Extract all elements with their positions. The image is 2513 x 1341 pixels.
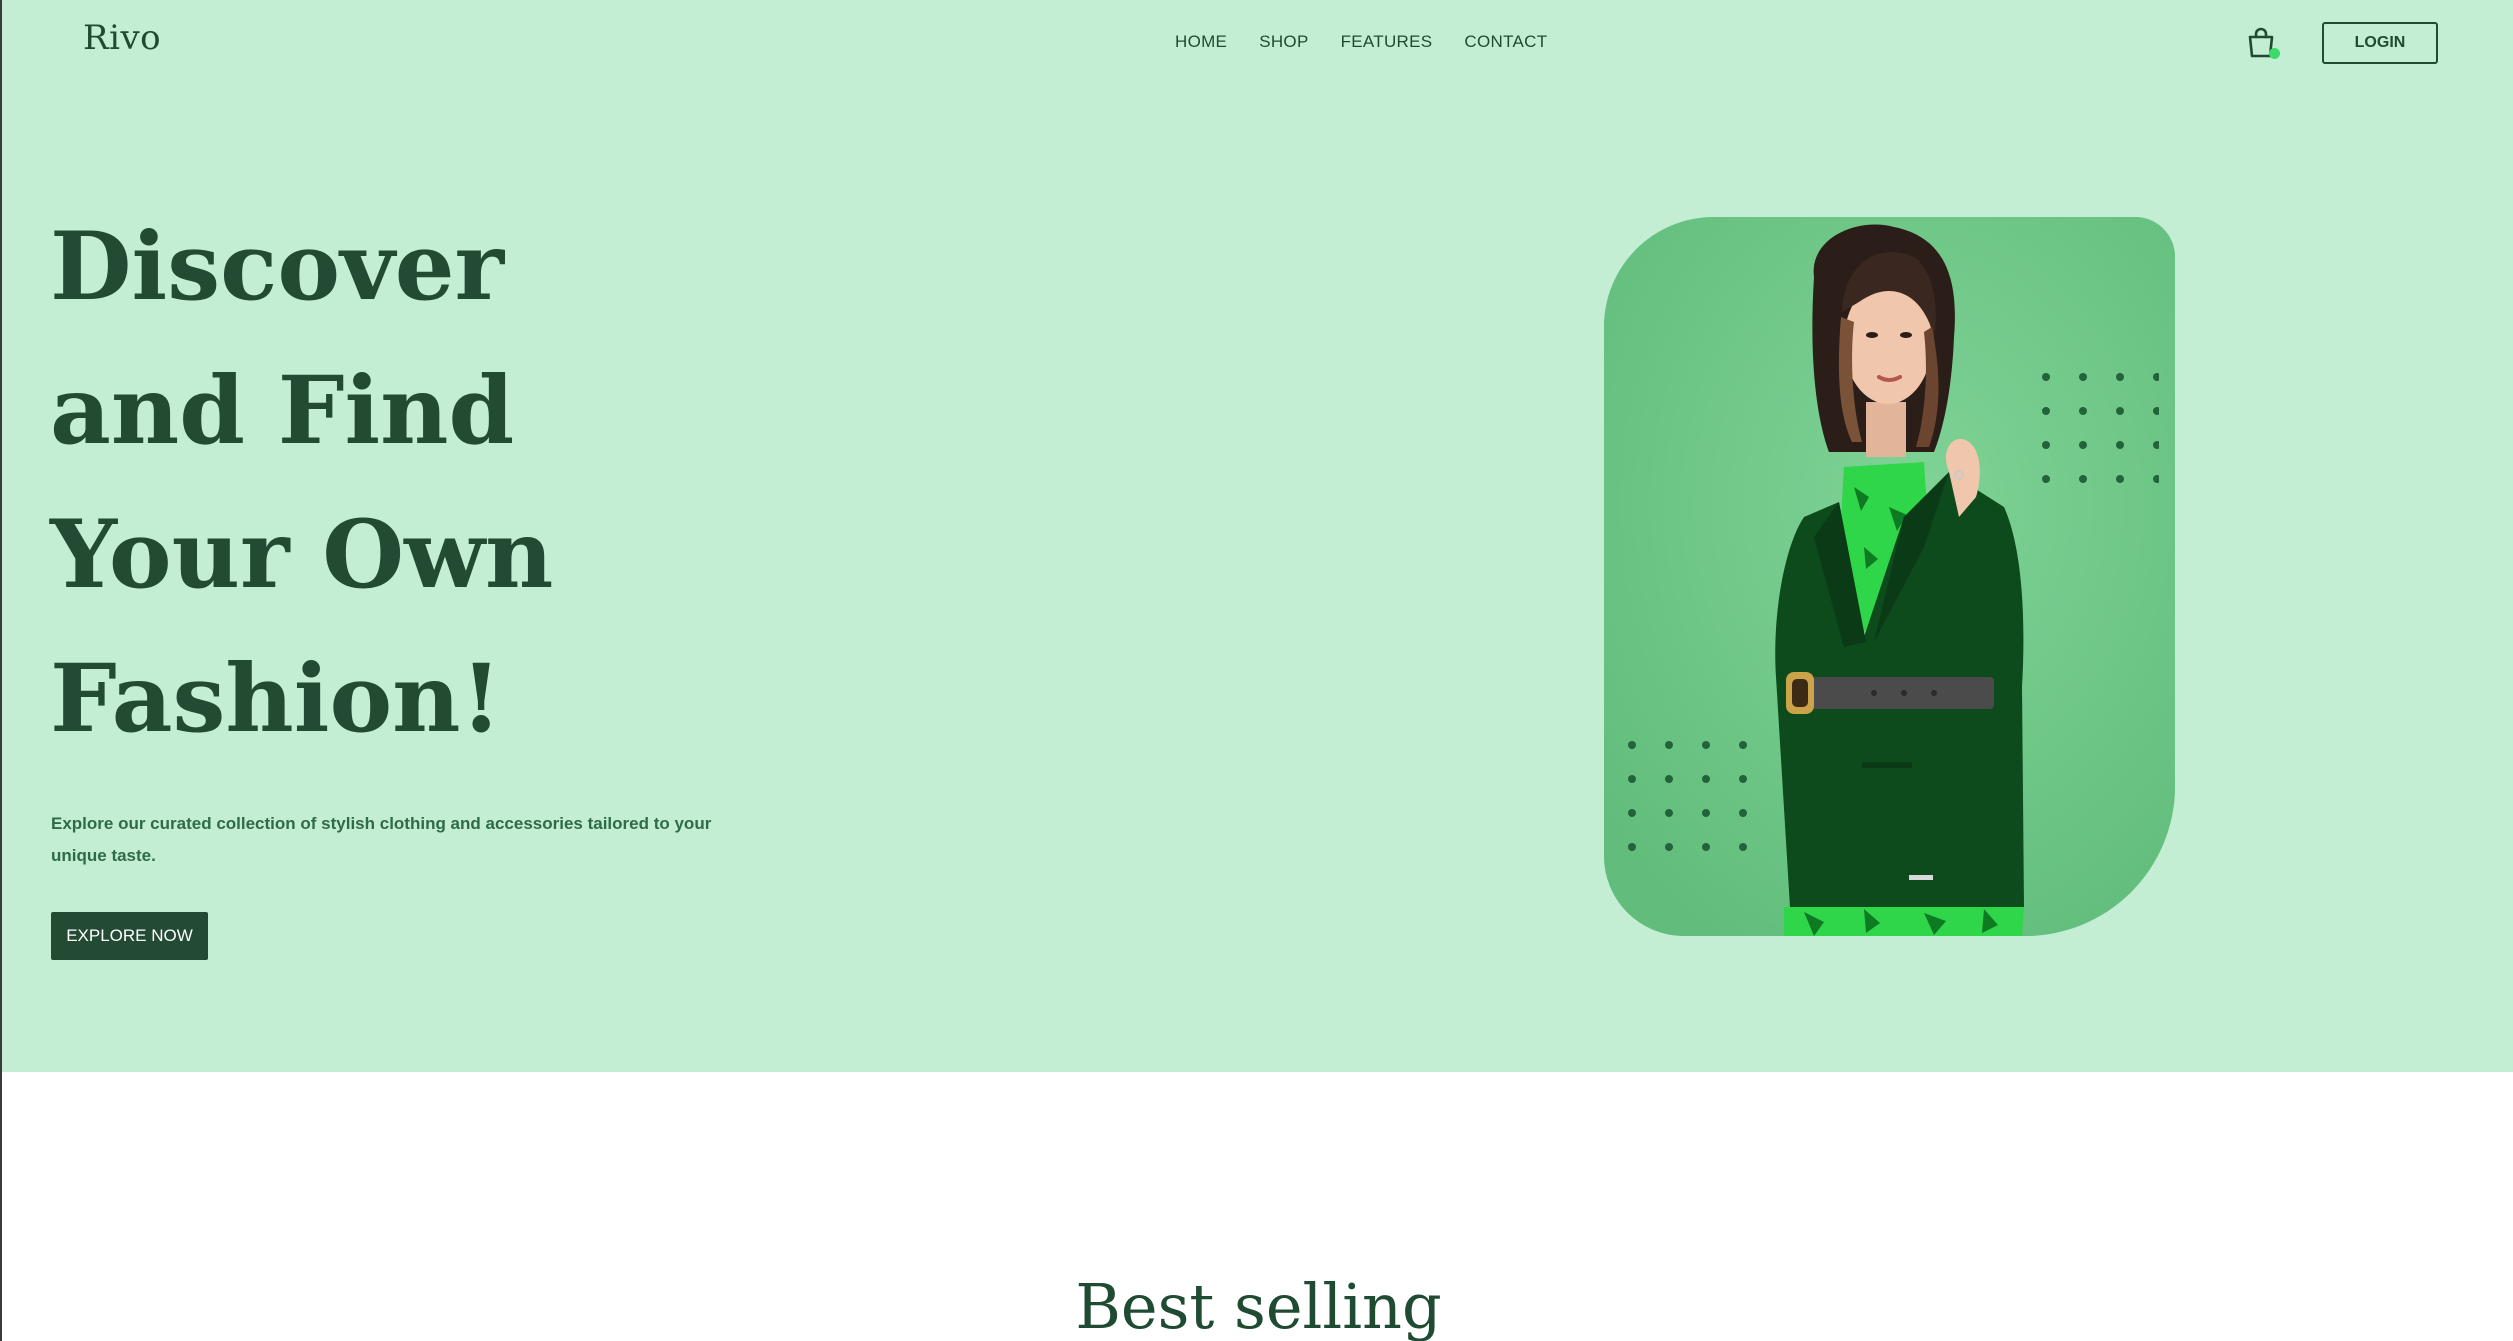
nav-contact[interactable]: CONTACT [1464,32,1547,52]
hero-headline: Discover and Find Your Own Fashion! [50,195,950,771]
login-button[interactable]: LOGIN [2322,22,2438,64]
headline-line-2: and Find [50,356,515,466]
page: Rivo HOME SHOP FEATURES CONTACT LOGIN Di… [0,0,2513,1341]
cart-button[interactable] [2244,26,2280,60]
nav-shop[interactable]: SHOP [1259,32,1308,52]
headline-line-3: Your Own [50,500,554,610]
nav-home[interactable]: HOME [1175,32,1227,52]
explore-now-button[interactable]: EXPLORE NOW [51,912,208,960]
decorative-dots-bottom [1628,741,1747,851]
headline-line-1: Discover [50,212,505,322]
decorative-dots-top [2042,373,2159,483]
cart-badge [2269,48,2280,59]
hero-section: Rivo HOME SHOP FEATURES CONTACT LOGIN Di… [2,0,2513,1072]
nav-features[interactable]: FEATURES [1341,32,1433,52]
best-selling-title: Best selling [1075,1270,1442,1341]
brand-logo[interactable]: Rivo [83,18,161,58]
hero-subtitle: Explore our curated collection of stylis… [51,814,712,865]
headline-line-4: Fashion! [50,644,502,754]
main-nav: HOME SHOP FEATURES CONTACT [1175,32,1547,52]
